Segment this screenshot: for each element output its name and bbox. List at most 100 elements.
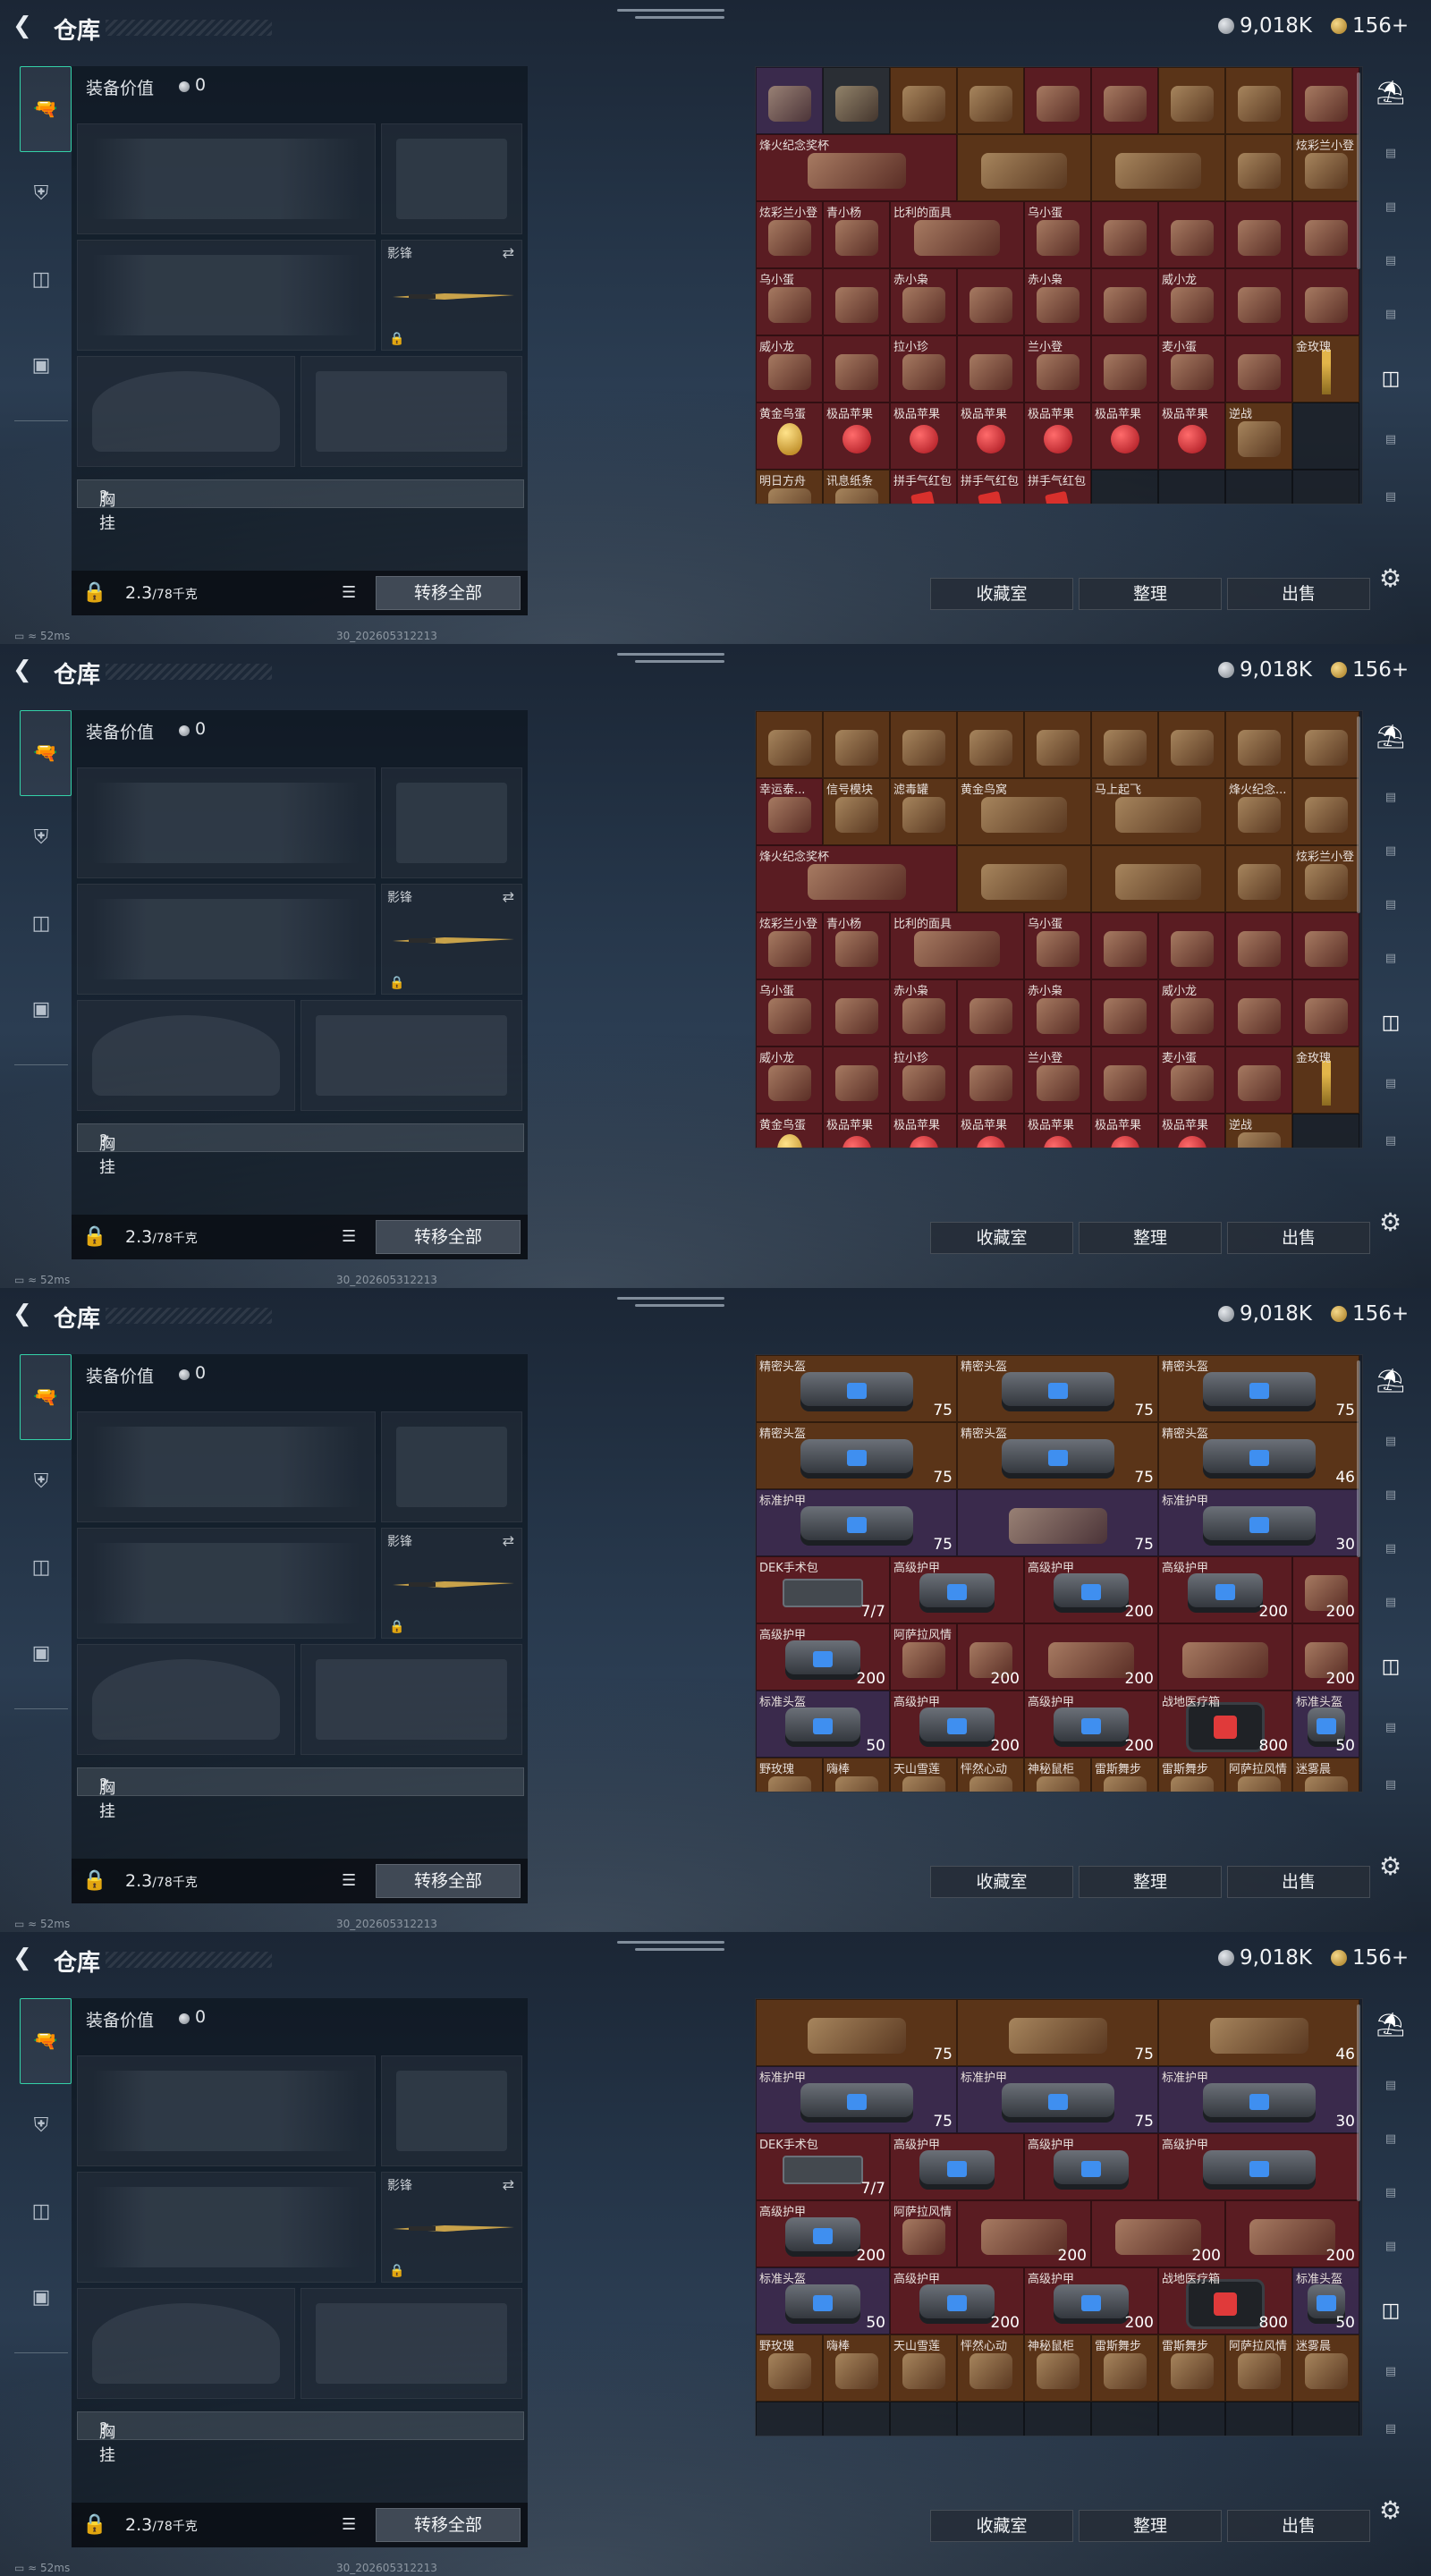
swap-icon[interactable]: ⇄ (503, 2176, 514, 2193)
inventory-item[interactable]: 炫彩兰小登 (756, 201, 823, 268)
inventory-item[interactable] (823, 1046, 890, 1114)
chest-rig-bar[interactable]: 胸挂 ? (77, 2411, 524, 2465)
inventory-item[interactable]: 高级护甲 (1158, 2133, 1359, 2200)
storage-grid[interactable]: 幸运泰... 信号模块 滤毒罐 黄金鸟窝 马上起飞 烽火纪念... 烽火纪念奖杯 炫彩兰小登炫… (755, 710, 1363, 1148)
inventory-item[interactable]: 麦小蛋 (1158, 1046, 1225, 1114)
inventory-item[interactable]: 兰小登 (1024, 1046, 1091, 1114)
sell-button[interactable]: 出售 (1227, 578, 1370, 610)
inventory-item[interactable]: 200 (1292, 1556, 1359, 1623)
sell-button[interactable]: 出售 (1227, 2510, 1370, 2542)
inventory-item[interactable] (1292, 67, 1359, 134)
inventory-item[interactable]: 极品苹果 (823, 1114, 890, 1148)
chevron-left-icon[interactable]: ❮ (13, 657, 39, 683)
inventory-item[interactable]: 赤小枭 (890, 268, 957, 335)
primary-weapon-slot[interactable] (77, 1411, 376, 1522)
helmet-slot[interactable] (77, 1000, 295, 1111)
armor-slot[interactable] (301, 2288, 522, 2399)
list-icon[interactable]: ☰ (342, 1871, 356, 1890)
gun-icon[interactable]: 🔫 (20, 1354, 72, 1440)
inventory-item[interactable]: 极品苹果 (1158, 1114, 1225, 1148)
inventory-item[interactable]: 极品苹果 (823, 402, 890, 470)
inventory-item[interactable]: 高级护甲 200 (1024, 1690, 1158, 1758)
melee-slot[interactable]: 影锋 ⇄ 🔒 (381, 884, 522, 995)
inventory-item[interactable]: 青小杨 (823, 912, 890, 979)
storage-tab-8[interactable]: ▤ (1370, 1767, 1411, 1803)
inventory-item[interactable] (1158, 67, 1225, 134)
inventory-item[interactable]: 幸运泰... (756, 778, 823, 845)
primary-weapon-slot[interactable] (77, 123, 376, 234)
inventory-item[interactable] (1292, 268, 1359, 335)
inventory-item[interactable]: 神秘鼠柜 (1024, 1758, 1091, 1792)
inventory-item[interactable] (1158, 711, 1225, 778)
help-icon[interactable]: ? (99, 1775, 108, 1794)
inventory-item[interactable]: 200 (1225, 2200, 1359, 2267)
inventory-item[interactable]: 野玫瑰 (756, 2334, 823, 2402)
inventory-item[interactable]: 迷雾晨 (1292, 1758, 1359, 1792)
inventory-item[interactable] (1292, 979, 1359, 1046)
inventory-item[interactable] (1091, 268, 1158, 335)
storage-tab-3[interactable]: ▤ (1370, 2122, 1411, 2157)
inventory-item[interactable] (1225, 268, 1292, 335)
inventory-item[interactable]: 46 (1158, 1999, 1359, 2066)
inventory-item[interactable]: 高级护甲 200 (756, 1623, 890, 1690)
inventory-item[interactable] (1225, 979, 1292, 1046)
inventory-item[interactable] (1091, 845, 1225, 912)
transfer-all-button[interactable]: 转移全部 (376, 576, 521, 610)
storage-home-icon[interactable]: ⛱ (1370, 1363, 1411, 1399)
inventory-item[interactable]: 黄金鸟窝 (957, 778, 1091, 845)
inventory-item[interactable] (1158, 201, 1225, 268)
inventory-item[interactable]: 200 (1024, 1623, 1158, 1690)
inventory-item[interactable]: 赤小枭 (1024, 979, 1091, 1046)
storage-grid[interactable]: 烽火纪念奖杯 炫彩兰小登 炫彩兰小登 青小杨 比利的面具 乌小蛋 乌小蛋 赤小枭 赤小枭 威小龙威… (755, 66, 1363, 504)
storage-tab-4[interactable]: ▤ (1370, 887, 1411, 923)
inventory-item[interactable] (1225, 912, 1292, 979)
inventory-item[interactable] (1091, 979, 1158, 1046)
inventory-item[interactable] (823, 979, 890, 1046)
inventory-item[interactable] (1091, 134, 1225, 201)
silver-currency[interactable]: 9,018K (1218, 1301, 1312, 1327)
storage-home-icon[interactable]: ⛱ (1370, 719, 1411, 755)
inventory-item[interactable] (957, 67, 1024, 134)
inventory-item[interactable]: 威小龙 (1158, 979, 1225, 1046)
chest-rig-bar[interactable]: 胸挂 ? (77, 1123, 524, 1177)
gear-icon[interactable]: ⚙ (1379, 2496, 1401, 2525)
storage-tab-3[interactable]: ▤ (1370, 834, 1411, 869)
secondary-weapon-slot[interactable] (77, 1528, 376, 1639)
storage-tab-7[interactable]: ▤ (1370, 1066, 1411, 1102)
inventory-item[interactable]: 赤小枭 (1024, 268, 1091, 335)
inventory-item[interactable]: 雷斯舞步 (1091, 1758, 1158, 1792)
inventory-item[interactable]: 精密头盔 75 (756, 1422, 957, 1489)
inventory-item[interactable] (1024, 67, 1091, 134)
inventory-item[interactable]: 75 (756, 1999, 957, 2066)
inventory-item[interactable]: 雷斯舞步 (1158, 1758, 1225, 1792)
inventory-item[interactable] (890, 711, 957, 778)
inventory-item[interactable]: 神秘鼠柜 (1024, 2334, 1091, 2402)
backpack-icon[interactable]: ◫ (20, 1546, 63, 1589)
melee-slot[interactable]: 影锋 ⇄ 🔒 (381, 2172, 522, 2283)
inventory-item[interactable]: 乌小蛋 (756, 979, 823, 1046)
collection-button[interactable]: 收藏室 (930, 578, 1073, 610)
inventory-item[interactable]: 极品苹果 (957, 402, 1024, 470)
inventory-item[interactable] (1225, 134, 1292, 201)
list-icon[interactable]: ☰ (342, 1227, 356, 1246)
pistol-slot[interactable] (381, 123, 522, 234)
storage-tab-5[interactable]: ▤ (1370, 1585, 1411, 1621)
inventory-item[interactable]: 阿萨拉风情 (1225, 1758, 1292, 1792)
gear-icon[interactable]: ⚙ (1379, 1208, 1401, 1237)
inventory-item[interactable]: 拉小珍 (890, 1046, 957, 1114)
inventory-item[interactable]: 讯息纸条 (823, 470, 890, 504)
inventory-item[interactable]: 拼手气红包3/3 (890, 470, 957, 504)
gold-currency[interactable]: 156+ (1331, 13, 1409, 39)
inventory-item[interactable]: 乌小蛋 (756, 268, 823, 335)
swap-icon[interactable]: ⇄ (503, 244, 514, 261)
inventory-item[interactable]: 极品苹果 (957, 1114, 1024, 1148)
inventory-item[interactable]: 标准头盔 50 (1292, 2267, 1359, 2334)
secondary-weapon-slot[interactable] (77, 2172, 376, 2283)
inventory-item[interactable]: 金玫瑰 (1292, 335, 1359, 402)
inventory-item[interactable]: 精密头盔 75 (957, 1422, 1158, 1489)
inventory-item[interactable]: 天山雪莲 (890, 2334, 957, 2402)
pistol-slot[interactable] (381, 2055, 522, 2166)
inventory-item[interactable]: 逆战 (1225, 1114, 1292, 1148)
list-icon[interactable]: ☰ (342, 583, 356, 602)
inventory-item[interactable]: 标准头盔 50 (756, 1690, 890, 1758)
